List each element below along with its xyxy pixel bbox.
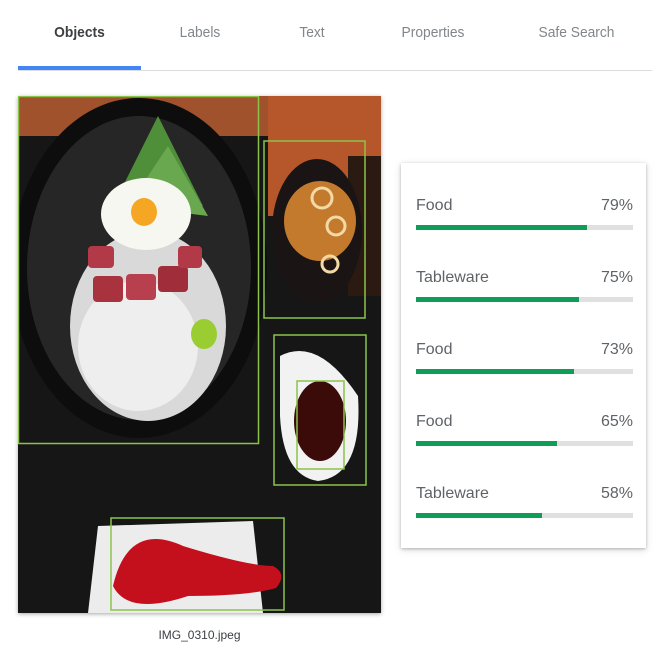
- result-score: 73%: [600, 341, 633, 358]
- score-bar-fill: [416, 225, 588, 230]
- score-bar-track: [416, 441, 633, 446]
- tab-bar: Objects Labels Text Properties Safe Sear…: [18, 0, 652, 71]
- result-label: Tableware: [416, 269, 489, 286]
- result-row: Food 73%: [416, 341, 633, 391]
- score-bar-fill: [416, 513, 542, 518]
- score-bar-track: [416, 369, 633, 374]
- result-row: Food 79%: [416, 197, 633, 247]
- result-label: Tableware: [416, 485, 489, 502]
- score-bar-fill: [416, 297, 579, 302]
- tab-safe-search[interactable]: Safe Search: [507, 0, 646, 68]
- result-row: Tableware 75%: [416, 269, 633, 319]
- result-label: Food: [416, 341, 453, 358]
- score-bar-track: [416, 297, 633, 302]
- analyzed-image: [18, 96, 381, 613]
- score-bar-fill: [416, 441, 558, 446]
- tab-text[interactable]: Text: [263, 0, 361, 68]
- result-row: Food 65%: [416, 413, 633, 463]
- result-score: 79%: [600, 197, 633, 214]
- score-bar-track: [416, 513, 633, 518]
- tab-objects[interactable]: Objects: [23, 0, 136, 68]
- result-score: 58%: [600, 485, 633, 502]
- result-label: Food: [416, 197, 453, 214]
- result-label: Food: [416, 413, 453, 430]
- tab-properties[interactable]: Properties: [370, 0, 495, 68]
- food-photo: [18, 96, 381, 613]
- result-score: 65%: [600, 413, 633, 430]
- active-tab-indicator: [18, 66, 141, 70]
- image-filename: IMG_0310.jpeg: [158, 628, 241, 642]
- result-row: Tableware 58%: [416, 485, 633, 535]
- tab-labels[interactable]: Labels: [146, 0, 255, 68]
- score-bar-fill: [416, 369, 575, 374]
- result-score: 75%: [600, 269, 633, 286]
- objects-results-card: Food 79% Tableware 75% Food 73% Food 65%…: [401, 163, 646, 548]
- score-bar-track: [416, 225, 633, 230]
